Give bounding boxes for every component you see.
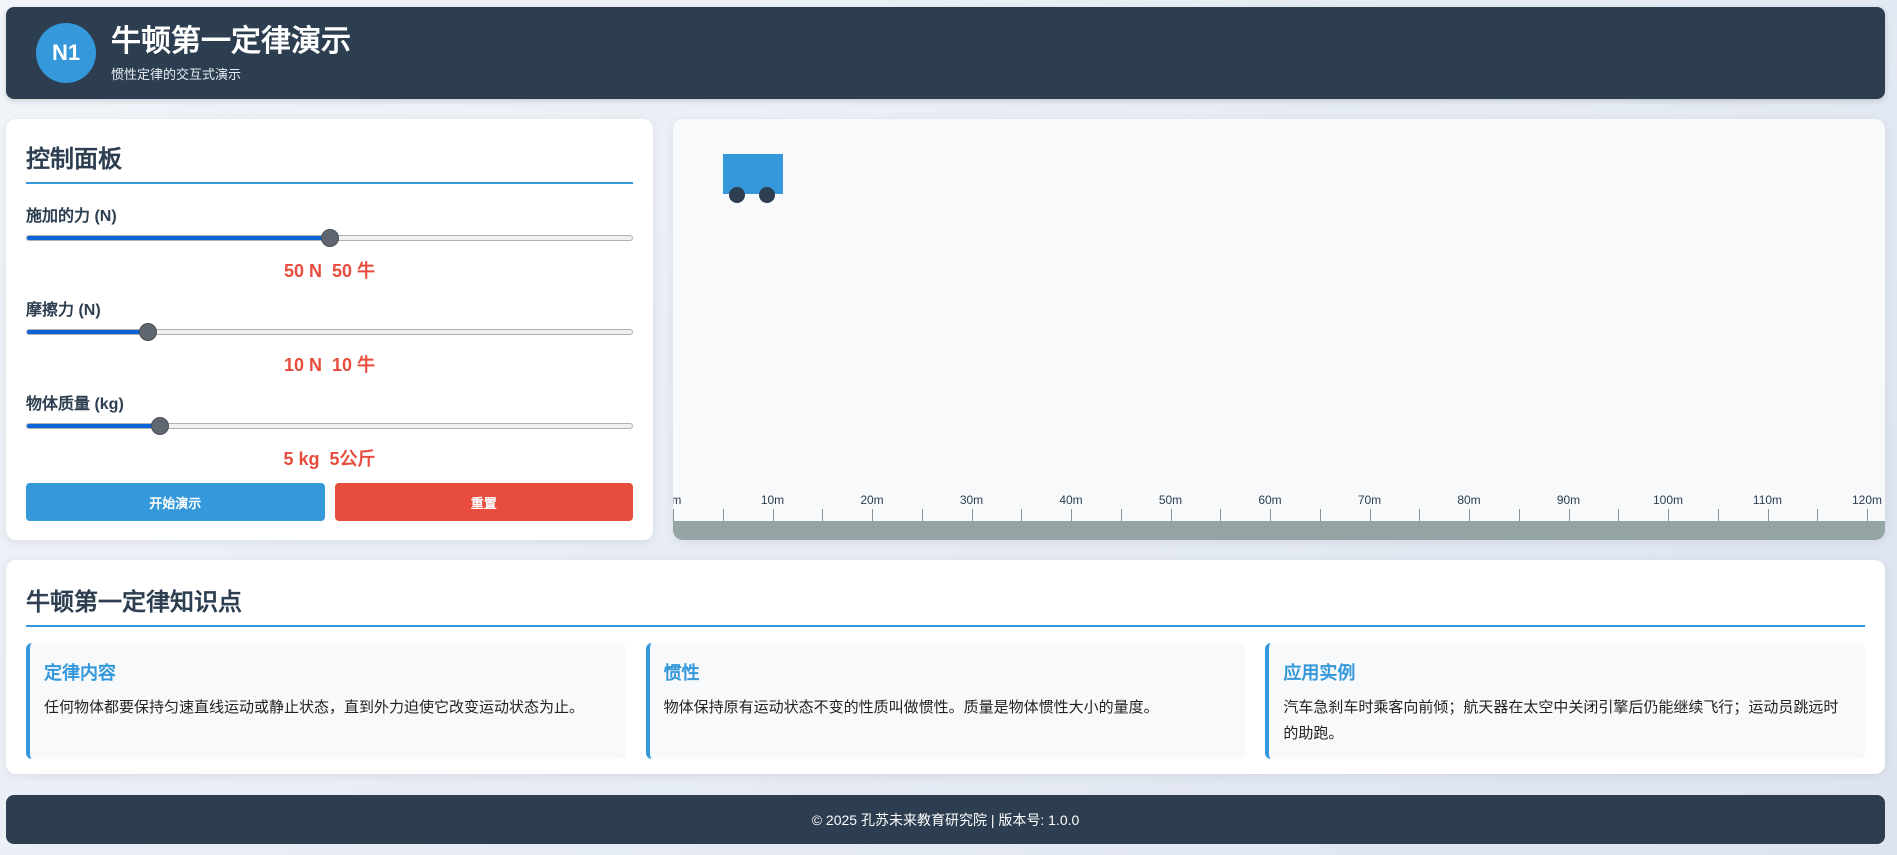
ruler-label: 60m (1258, 493, 1282, 507)
friction-slider-fill (27, 330, 148, 334)
ruler-tick (1817, 509, 1819, 521)
ruler-label: 70m (1357, 493, 1382, 507)
ruler-tick (1469, 509, 1470, 521)
ruler-tick (1867, 509, 1868, 521)
ruler-label: 50m (1158, 493, 1183, 507)
ruler-tick (1071, 509, 1072, 521)
ruler-tick (1120, 509, 1122, 521)
ruler-tick (1220, 509, 1222, 521)
ruler-label: 40m (1059, 493, 1083, 507)
ruler-tick (1369, 509, 1371, 521)
simulation-canvas: 0m 10m 20m 30m 40m 50m 60m 70m 80m 90m 100m 110m 120… (673, 119, 1885, 540)
start-button[interactable]: 开始演示 (26, 483, 325, 521)
mass-value-text: 5 kg (283, 449, 320, 469)
ruler-tick (1419, 509, 1421, 521)
card-text: 物体保持原有运动状态不变的性质叫做惯性。质量是物体惯性大小的量度。 (663, 699, 1159, 716)
force-slider-group: 施加的力 (N) 50 N 50 牛 (26, 184, 633, 281)
title-block: 牛顿第一定律演示 惯性定律的交互式演示 (111, 24, 351, 83)
knowledge-card: 惯性 物体保持原有运动状态不变的性质叫做惯性。质量是物体惯性大小的量度。 (645, 643, 1246, 759)
card-text: 任何物体都要保持匀速直线运动或静止状态，直到外力迫使它改变运动状态为止。 (44, 699, 585, 716)
page-title: 牛顿第一定律演示 (111, 24, 351, 58)
knowledge-panel: 牛顿第一定律知识点 定律内容 任何物体都要保持匀速直线运动或静止状态，直到外力迫… (6, 560, 1885, 774)
ruler-tick (1021, 509, 1023, 521)
ruler-label: 120m (1851, 493, 1883, 507)
ruler-tick (1170, 509, 1172, 521)
force-slider-thumb[interactable] (320, 229, 339, 247)
knowledge-title: 牛顿第一定律知识点 (26, 582, 1865, 627)
mass-slider-thumb[interactable] (151, 417, 170, 435)
ruler-tick (1618, 509, 1620, 521)
ruler-label: 10m (760, 493, 785, 507)
ruler-tick (1319, 509, 1321, 521)
knowledge-card: 应用实例 汽车急刹车时乘客向前倾；航天器在太空中关闭引擎后仍能继续飞行；运动员跳… (1265, 643, 1866, 759)
mass-slider-group: 物体质量 (kg) 5 kg 5公斤 (26, 372, 633, 469)
ruler-tick (722, 509, 724, 521)
cart-wheel-front (729, 187, 745, 203)
ruler-label: 30m (959, 493, 984, 507)
ruler-label: 20m (860, 493, 884, 507)
reset-button[interactable]: 重置 (334, 483, 633, 521)
cart (723, 154, 783, 204)
ruler-label: 100m (1652, 493, 1684, 507)
friction-slider-group: 摩擦力 (N) 10 N 10 牛 (26, 278, 633, 375)
force-label: 施加的力 (N) (26, 208, 117, 225)
card-text: 汽车急刹车时乘客向前倾；航天器在太空中关闭引擎后仍能继续飞行；运动员跳远时的助跑… (1283, 699, 1839, 742)
card-title: 惯性 (663, 663, 700, 683)
ruler-tick (822, 509, 824, 521)
ruler-tick (872, 509, 873, 521)
mass-slider[interactable] (26, 417, 633, 435)
card-title: 定律内容 (44, 663, 116, 683)
cart-wheel-rear (759, 187, 775, 203)
ruler-tick (1270, 509, 1271, 521)
ruler-tick (673, 509, 674, 521)
force-slider[interactable] (26, 229, 633, 247)
knowledge-card: 定律内容 任何物体都要保持匀速直线运动或静止状态，直到外力迫使它改变运动状态为止… (26, 643, 626, 759)
ruler-tick (1717, 509, 1719, 521)
control-panel-title: 控制面板 (26, 139, 633, 184)
ruler-label: 80m (1457, 493, 1481, 507)
friction-slider[interactable] (26, 323, 633, 341)
ruler-tick (921, 509, 923, 521)
ruler-tick (772, 509, 774, 521)
ruler-tick (971, 509, 973, 521)
ground (673, 521, 1885, 540)
app-header: N1 牛顿第一定律演示 惯性定律的交互式演示 (6, 7, 1885, 99)
ruler-tick (1767, 509, 1769, 521)
ruler-tick (1668, 509, 1669, 521)
ruler-tick (1568, 509, 1570, 521)
friction-slider-thumb[interactable] (139, 323, 157, 341)
logo-badge: N1 (36, 23, 96, 83)
ruler-label: 110m (1752, 493, 1783, 507)
ruler-label: 0m (673, 493, 682, 507)
force-slider-fill (27, 236, 330, 240)
action-buttons: 开始演示 重置 (26, 483, 633, 521)
mass-slider-fill (27, 424, 161, 428)
mass-label: 物体质量 (kg) (26, 396, 124, 413)
knowledge-cards: 定律内容 任何物体都要保持匀速直线运动或静止状态，直到外力迫使它改变运动状态为止… (26, 643, 1866, 759)
mass-value-alt: 5公斤 (329, 449, 376, 469)
page-subtitle: 惯性定律的交互式演示 (111, 66, 242, 82)
footer: © 2025 孔苏未来教育研究院 | 版本号: 1.0.0 (6, 795, 1885, 844)
ruler-label: 90m (1556, 493, 1581, 507)
friction-label: 摩擦力 (N) (26, 302, 101, 319)
control-panel: 控制面板 施加的力 (N) 50 N 50 牛 摩擦力 (N) 10 N 10 牛 … (6, 119, 653, 540)
ruler-tick (1518, 509, 1520, 521)
mass-value: 5 kg 5公斤 (26, 445, 633, 471)
card-title: 应用实例 (1283, 663, 1356, 683)
footer-text: © 2025 孔苏未来教育研究院 | 版本号: 1.0.0 (811, 811, 1080, 828)
